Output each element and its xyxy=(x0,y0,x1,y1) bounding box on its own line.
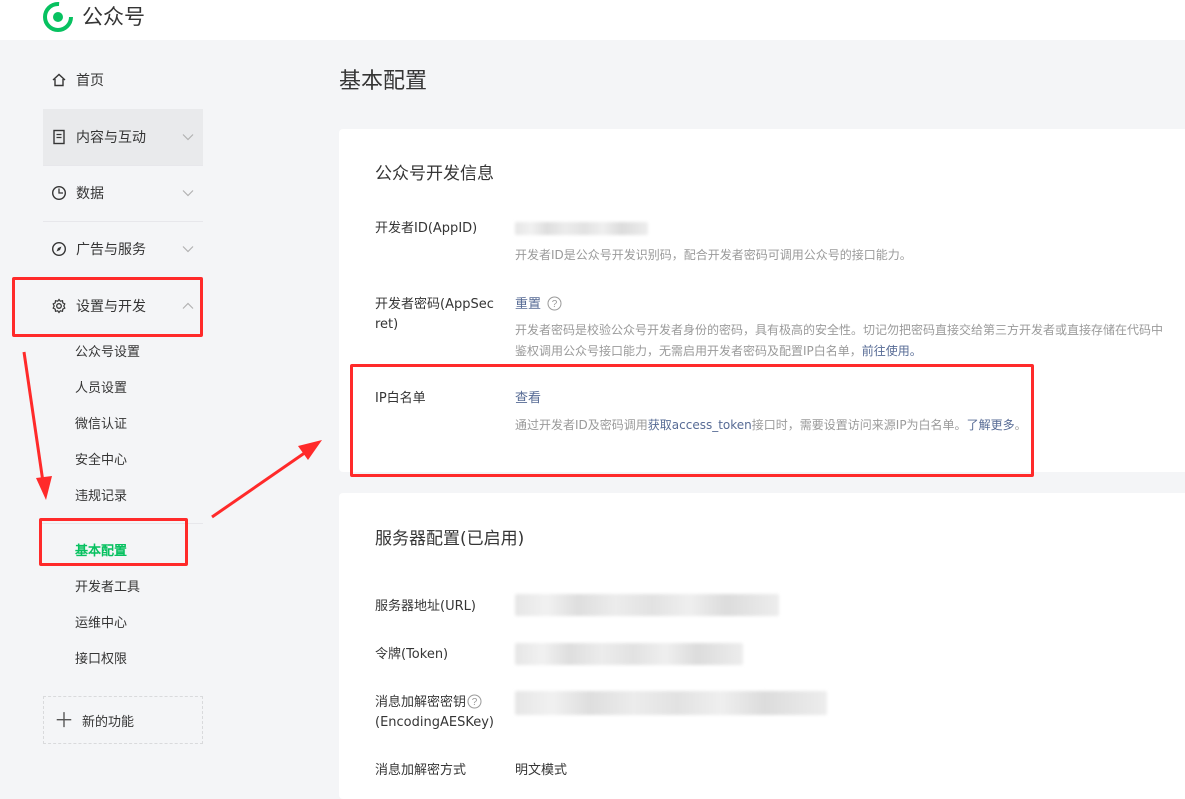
new-feature-button[interactable]: ＋ 新的功能 xyxy=(43,696,203,744)
secret-label-line1: 开发者密码(AppSec xyxy=(375,297,494,312)
divider xyxy=(40,523,203,524)
aes-key-label-text: 消息加解密密钥 xyxy=(375,695,467,710)
chevron-down-icon xyxy=(181,242,195,256)
aes-key-label-line1: 消息加解密密钥? xyxy=(375,693,482,712)
sidebar-subitem-violation-records[interactable]: 违规记录 xyxy=(75,488,127,506)
svg-text:?: ? xyxy=(472,697,478,708)
home-icon xyxy=(51,72,67,88)
top-bar: 公众号 xyxy=(0,0,1185,40)
sidebar-subitem-api-permissions[interactable]: 接口权限 xyxy=(75,651,127,669)
server-config-title: 服务器配置(已启用) xyxy=(375,529,525,549)
token-label: 令牌(Token) xyxy=(375,647,449,662)
sidebar-subitem-developer-tools[interactable]: 开发者工具 xyxy=(75,579,140,597)
help-icon[interactable]: ? xyxy=(547,296,562,311)
sidebar-item-label: 数据 xyxy=(76,186,104,202)
gear-icon xyxy=(51,298,67,314)
ip-whitelist-description: 通过开发者ID及密码调用获取access_token接口时，需要设置访问来源IP… xyxy=(515,416,1027,435)
chevron-down-icon xyxy=(181,130,195,144)
view-ip-whitelist-link[interactable]: 查看 xyxy=(515,391,541,406)
sidebar-subitem-ops-center[interactable]: 运维中心 xyxy=(75,615,127,633)
learn-more-link[interactable]: 了解更多 xyxy=(967,418,1015,432)
secret-row-value: 重置? xyxy=(515,295,562,314)
sidebar-subitem-account-settings[interactable]: 公众号设置 xyxy=(75,344,140,362)
wechat-logo-icon[interactable] xyxy=(43,2,73,32)
aes-key-value-redacted xyxy=(515,691,827,715)
reset-secret-link[interactable]: 重置 xyxy=(515,297,541,312)
dev-info-card: 公众号开发信息 开发者ID(AppID) 开发者ID是公众号开发识别码，配合开发… xyxy=(339,129,1185,472)
sidebar-item-ads[interactable]: 广告与服务 xyxy=(43,221,203,277)
server-url-value-redacted xyxy=(515,594,779,616)
secret-description-line1: 开发者密码是校验公众号开发者身份的密码，具有极高的安全性。切记勿把密码直接交给第… xyxy=(515,323,1164,337)
sidebar-item-content[interactable]: 内容与互动 xyxy=(43,109,203,165)
secret-label-line2: ret) xyxy=(375,317,399,332)
server-url-label: 服务器地址(URL) xyxy=(375,599,476,614)
sidebar-item-label: 内容与互动 xyxy=(76,130,146,146)
document-icon xyxy=(51,129,67,145)
ip-desc-period: 。 xyxy=(1014,418,1027,432)
sidebar-subitem-wechat-verification[interactable]: 微信认证 xyxy=(75,416,127,434)
server-config-card: 服务器配置(已启用) 服务器地址(URL) 令牌(Token) 消息加解密密钥?… xyxy=(339,493,1185,799)
new-feature-label: 新的功能 xyxy=(82,714,135,730)
sidebar-item-label: 设置与开发 xyxy=(76,299,146,315)
ip-whitelist-label: IP白名单 xyxy=(375,391,426,406)
go-use-link[interactable]: 前往使用。 xyxy=(862,344,922,358)
sidebar-item-data[interactable]: 数据 xyxy=(43,165,203,221)
encryption-mode-label: 消息加解密方式 xyxy=(375,763,467,778)
svg-text:?: ? xyxy=(552,299,558,310)
pie-chart-icon xyxy=(51,185,67,201)
sidebar-item-settings[interactable]: 设置与开发 xyxy=(43,278,203,334)
appid-value-redacted xyxy=(515,222,648,235)
chevron-up-icon xyxy=(181,299,195,313)
brand-name[interactable]: 公众号 xyxy=(82,4,145,30)
secret-description-line2: 鉴权调用公众号接口能力，无需启用开发者密码及配置IP白名单，前往使用。 xyxy=(515,342,922,361)
page-title: 基本配置 xyxy=(339,69,428,94)
sidebar-subitem-staff-settings[interactable]: 人员设置 xyxy=(75,380,127,398)
help-icon[interactable]: ? xyxy=(467,694,482,709)
appid-label: 开发者ID(AppID) xyxy=(375,221,478,236)
appid-description: 开发者ID是公众号开发识别码，配合开发者密码可调用公众号的接口能力。 xyxy=(515,248,912,262)
ip-whitelist-value: 查看 xyxy=(515,389,541,408)
dev-info-title: 公众号开发信息 xyxy=(375,164,494,184)
token-value-redacted xyxy=(515,643,743,665)
plus-icon: ＋ xyxy=(54,708,74,732)
ip-desc-text-1: 通过开发者ID及密码调用 xyxy=(515,418,648,432)
sidebar-subitem-basic-config[interactable]: 基本配置 xyxy=(75,543,127,561)
encryption-mode-value: 明文模式 xyxy=(515,763,568,778)
secret-description-text: 鉴权调用公众号接口能力，无需启用开发者密码及配置IP白名单， xyxy=(515,344,862,358)
sidebar-item-home[interactable]: 首页 xyxy=(43,52,203,108)
sidebar-subitem-security-center[interactable]: 安全中心 xyxy=(75,452,127,470)
access-token-link[interactable]: 获取access_token xyxy=(648,418,752,432)
compass-icon xyxy=(51,241,67,257)
aes-key-label-line2: (EncodingAESKey) xyxy=(375,715,494,730)
chevron-down-icon xyxy=(181,186,195,200)
sidebar-item-label: 广告与服务 xyxy=(76,242,146,258)
ip-desc-text-2: 接口时，需要设置访问来源IP为白名单。 xyxy=(751,418,967,432)
sidebar-item-label: 首页 xyxy=(76,73,104,89)
